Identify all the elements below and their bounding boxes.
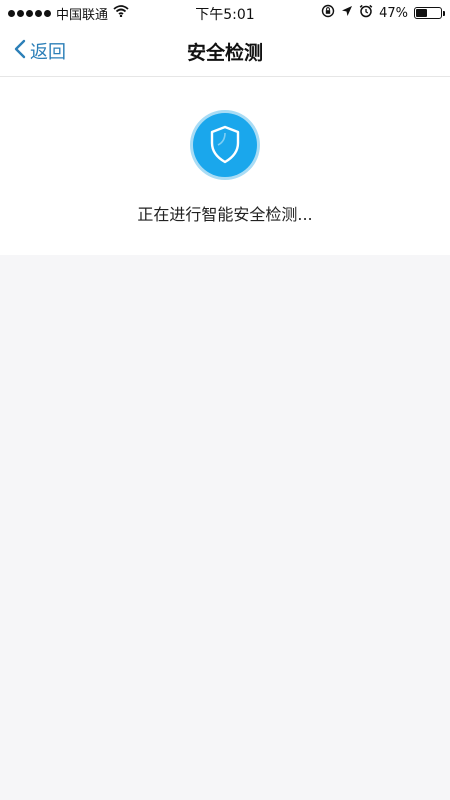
battery-icon [414, 7, 445, 19]
battery-level-fill [416, 9, 428, 17]
page-title: 安全检测 [186, 42, 263, 64]
shield-icon [189, 109, 261, 181]
alarm-icon [359, 4, 373, 22]
navigation-bar: 返回 安全检测 [0, 26, 450, 77]
detection-panel: 正在进行智能安全检测... [0, 77, 450, 255]
status-bar: 中国联通 下午5:01 47% [0, 0, 450, 26]
location-arrow-icon [341, 5, 353, 21]
screen: 中国联通 下午5:01 47% 返回 安全检测 正在进行智能安全检测... [0, 0, 450, 800]
battery-percent: 47% [379, 5, 408, 21]
status-bar-right: 47% [321, 4, 445, 22]
results-area [0, 255, 450, 800]
detection-status-text: 正在进行智能安全检测... [137, 205, 313, 224]
rotation-lock-icon [321, 4, 335, 22]
